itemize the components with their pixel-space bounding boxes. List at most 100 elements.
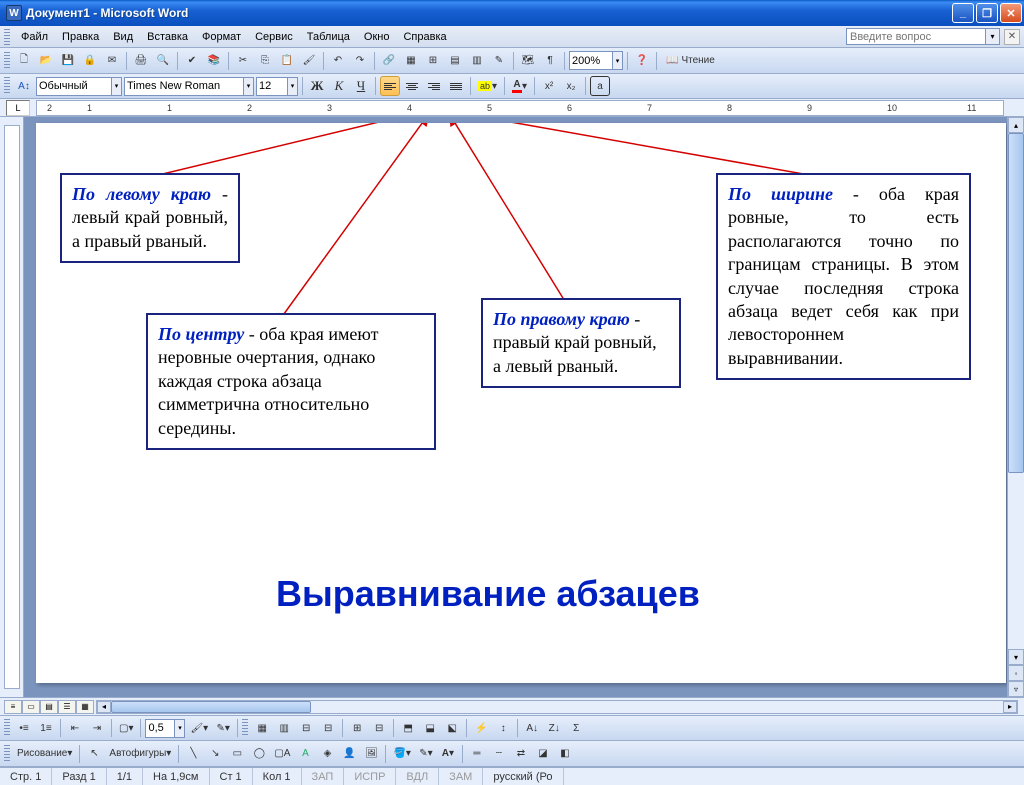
zoom-drop-icon[interactable]: ▾ — [613, 51, 623, 70]
scroll-right-icon[interactable]: ▸ — [1003, 701, 1017, 713]
menu-tools[interactable]: Сервис — [248, 29, 300, 45]
status-trk[interactable]: ИСПР — [344, 768, 396, 785]
page-scroll[interactable]: По левому краю - левый край ровный, а пр… — [24, 117, 1024, 697]
mail-icon[interactable]: ✉ — [102, 51, 122, 71]
diagram-icon[interactable]: ◈ — [317, 744, 337, 764]
new-doc-icon[interactable]: 🗋 — [14, 51, 34, 71]
picture-icon[interactable]: 🖼 — [361, 744, 381, 764]
autosum-icon[interactable]: Σ — [566, 718, 586, 738]
superscript-button[interactable]: x² — [539, 76, 559, 96]
numbering-icon[interactable]: 1≡ — [36, 718, 56, 738]
insert-table-icon[interactable]: ⊞ — [423, 51, 443, 71]
print-icon[interactable]: 🖨 — [131, 51, 151, 71]
vertical-scrollbar[interactable]: ▴ ▾ ◦ ▿ — [1007, 117, 1024, 697]
tab-type-button[interactable]: L — [6, 100, 30, 116]
cut-icon[interactable]: ✂ — [233, 51, 253, 71]
textbox-align-right[interactable]: По правому краю - правый край ровный, а … — [481, 298, 681, 388]
insert-col-icon[interactable]: ▥ — [274, 718, 294, 738]
print-view-icon[interactable]: ▤ — [40, 700, 58, 714]
line-spacing-input[interactable] — [145, 719, 175, 738]
vertical-ruler[interactable] — [0, 117, 24, 697]
research-icon[interactable]: 📚 — [204, 51, 224, 71]
align-top-icon[interactable]: ⬒ — [398, 718, 418, 738]
arrow-icon[interactable]: ↘ — [205, 744, 225, 764]
textbox-align-justify[interactable]: По ширине - оба края ровные, то есть рас… — [716, 173, 971, 380]
textbox-align-center[interactable]: По центру - оба края имеют неровные очер… — [146, 313, 436, 450]
menu-help[interactable]: Справка — [396, 29, 453, 45]
undo-icon[interactable]: ↶ — [328, 51, 348, 71]
next-page-icon[interactable]: ▿ — [1008, 681, 1024, 697]
align-left-button[interactable] — [380, 76, 400, 96]
close-button[interactable]: ✕ — [1000, 3, 1022, 23]
font-input[interactable] — [124, 77, 244, 96]
sort-asc-icon[interactable]: A↓ — [522, 718, 542, 738]
delete-row-icon[interactable]: ⊟ — [296, 718, 316, 738]
line-spacing-combo[interactable]: ▾ — [145, 719, 185, 738]
maximize-button[interactable]: ❐ — [976, 3, 998, 23]
increase-indent-icon[interactable]: ⇥ — [87, 718, 107, 738]
distribute-cols-icon[interactable]: ⬕ — [442, 718, 462, 738]
reading-view-icon[interactable]: ▦ — [76, 700, 94, 714]
menubar-grip[interactable] — [4, 29, 10, 45]
rectangle-icon[interactable]: ▭ — [227, 744, 247, 764]
help-search-input[interactable] — [846, 28, 986, 45]
web-view-icon[interactable]: ▭ — [22, 700, 40, 714]
font-combo[interactable]: ▾ — [124, 77, 254, 96]
select-objects-icon[interactable]: ↖ — [84, 744, 104, 764]
reading-layout-button[interactable]: 📖 Чтение — [661, 51, 720, 71]
toolbar-grip[interactable] — [4, 745, 10, 763]
copy-icon[interactable]: ⎘ — [255, 51, 275, 71]
shading-icon[interactable]: 🖌▾ — [187, 718, 211, 738]
line-spacing-drop[interactable]: ▾ — [175, 719, 185, 738]
prev-page-icon[interactable]: ◦ — [1008, 665, 1024, 681]
font-color-icon[interactable]: A▾ — [438, 744, 458, 764]
oval-icon[interactable]: ◯ — [249, 744, 269, 764]
align-justify-button[interactable] — [446, 76, 466, 96]
hyperlink-icon[interactable]: 🔗 — [379, 51, 399, 71]
underline-button[interactable]: Ч — [351, 76, 371, 96]
align-center-button[interactable] — [402, 76, 422, 96]
highlight-button[interactable]: ab▾ — [475, 76, 500, 96]
excel-icon[interactable]: ▤ — [445, 51, 465, 71]
autoformat-icon[interactable]: ⚡ — [471, 718, 491, 738]
line-style-icon[interactable]: ═ — [467, 744, 487, 764]
shadow-icon[interactable]: ◪ — [533, 744, 553, 764]
menu-file[interactable]: Файл — [14, 29, 55, 45]
scroll-up-icon[interactable]: ▴ — [1008, 117, 1024, 133]
textbox-align-left[interactable]: По левому краю - левый край ровный, а пр… — [60, 173, 240, 263]
toolbar-grip[interactable] — [4, 52, 10, 70]
status-ext[interactable]: ВДЛ — [396, 768, 439, 785]
page[interactable]: По левому краю - левый край ровный, а пр… — [36, 123, 1006, 683]
insert-row-icon[interactable]: ▦ — [252, 718, 272, 738]
align-right-button[interactable] — [424, 76, 444, 96]
bullets-icon[interactable]: •≡ — [14, 718, 34, 738]
redo-icon[interactable]: ↷ — [350, 51, 370, 71]
drawing-menu[interactable]: Рисование ▾ — [14, 744, 75, 764]
toolbar-grip[interactable] — [4, 77, 10, 95]
dash-style-icon[interactable]: ┄ — [489, 744, 509, 764]
doc-close-button[interactable]: ✕ — [1004, 29, 1020, 45]
delete-col-icon[interactable]: ⊟ — [318, 718, 338, 738]
drawing-icon[interactable]: ✎ — [489, 51, 509, 71]
size-input[interactable] — [256, 77, 288, 96]
italic-button[interactable]: К — [329, 76, 349, 96]
bold-button[interactable]: Ж — [307, 76, 327, 96]
toolbar-grip[interactable] — [4, 719, 10, 737]
horizontal-scrollbar[interactable]: ◂ ▸ — [96, 700, 1018, 714]
help-search-dropdown[interactable]: ▾ — [986, 28, 1000, 45]
horizontal-ruler[interactable]: 2 1 1 2 3 4 5 6 7 8 9 10 11 — [36, 100, 1004, 116]
toolbar-grip[interactable] — [242, 719, 248, 737]
doc-map-icon[interactable]: 🗺 — [518, 51, 538, 71]
clipart-icon[interactable]: 👤 — [339, 744, 359, 764]
zoom-input[interactable] — [569, 51, 613, 70]
menu-window[interactable]: Окно — [357, 29, 397, 45]
line-color-icon[interactable]: ✎▾ — [416, 744, 436, 764]
sort-desc-icon[interactable]: Z↓ — [544, 718, 564, 738]
hscroll-thumb[interactable] — [111, 701, 311, 713]
fill-color-icon[interactable]: 🪣▾ — [390, 744, 413, 764]
menu-format[interactable]: Формат — [195, 29, 248, 45]
save-icon[interactable]: 💾 — [58, 51, 78, 71]
format-painter-icon[interactable]: 🖌 — [299, 51, 319, 71]
styles-pane-icon[interactable]: A↕ — [14, 76, 34, 96]
textbox-icon[interactable]: ▢A — [271, 744, 293, 764]
